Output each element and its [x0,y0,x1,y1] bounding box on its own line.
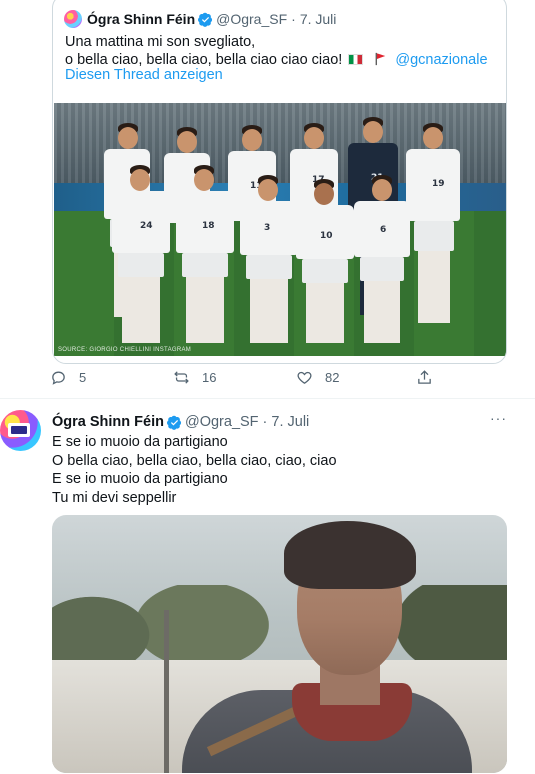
quoted-tweet-header: Ógra Shinn Féin @Ogra_SF · 7. Juli [64,9,336,29]
share-button[interactable] [416,369,445,386]
text-line: E se io muoio da partigiano [52,471,228,487]
heart-icon [297,371,312,384]
share-icon [418,370,431,384]
mention-link[interactable]: @gcnazionale [395,52,487,68]
text-line: Tu mi devi seppellir [52,489,177,506]
retweet-button[interactable]: 16 [173,369,216,386]
player-figure: 3 [238,175,300,355]
tweet-photo[interactable] [52,515,507,773]
retweet-icon [174,371,189,384]
quoted-tweet-text: Una mattina mi son svegliato, o bella ci… [65,33,488,69]
tweet-date[interactable]: 7. Juli [271,414,309,430]
player-figure: 6 [352,175,412,355]
tweet-divider [0,398,535,399]
like-button[interactable]: 82 [296,369,339,386]
reply-icon [52,371,65,385]
avatar[interactable] [64,10,82,28]
handle[interactable]: @Ogra_SF [216,11,287,27]
player-figure: 24 [110,165,172,355]
display-name[interactable]: Ógra Shinn Féin [52,414,164,430]
retweet-count: 16 [202,370,217,385]
tweet-date[interactable]: 7. Juli [300,11,337,27]
tweet-actions: 5 16 82 [50,369,450,389]
separator: · [291,11,296,27]
avatar-badge-inner [11,426,27,434]
show-thread-link[interactable]: Diesen Thread anzeigen [65,67,223,83]
text-segment: o bella ciao, bella ciao, bella ciao cia… [65,52,343,68]
text-line: E se io muoio da partigiano [52,434,228,450]
display-name[interactable]: Ógra Shinn Féin [87,11,195,27]
verified-badge-icon [198,12,213,27]
tweet-header: Ógra Shinn Féin @Ogra_SF · 7. Juli [52,412,309,432]
photo-credit: SOURCE: GIORGIO CHIELLINI INSTAGRAM [58,347,192,353]
red-flag-icon [375,52,386,66]
reply-button[interactable]: 5 [50,369,86,386]
verified-badge-icon [166,415,182,430]
reply-count: 5 [79,370,87,385]
player-figure: 19 [404,123,462,353]
italy-flag-icon [348,54,364,65]
avatar[interactable] [0,410,41,451]
quoted-tweet-card[interactable]: Ógra Shinn Féin @Ogra_SF · 7. Juli Una m… [52,0,507,364]
more-options-button[interactable]: ··· [490,410,507,426]
separator: · [262,414,268,430]
text-line: Una mattina mi son svegliato, [65,34,256,50]
photo-rifle [164,610,169,773]
handle[interactable]: @Ogra_SF [185,414,259,430]
like-count: 82 [325,370,340,385]
player-figure: 18 [174,165,236,355]
photo-man-hair [284,521,416,589]
tweet-text: E se io muoio da partigiano O bella ciao… [52,433,337,507]
text-line: O bella ciao, bella ciao, bella ciao, ci… [52,452,337,469]
team-photo[interactable]: 11 17 21 19 [54,103,506,356]
twitter-timeline: Ógra Shinn Féin @Ogra_SF · 7. Juli Una m… [0,0,535,774]
player-figure: 10 [294,179,356,355]
